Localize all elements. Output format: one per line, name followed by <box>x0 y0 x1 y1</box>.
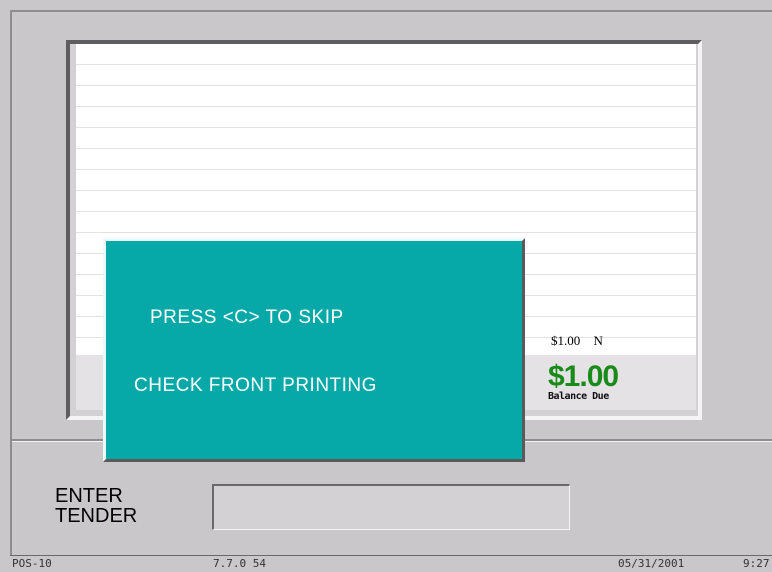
status-bar: POS-10 7.7.0 54 05/31/2001 9:27 <box>10 555 772 572</box>
line-item-amount: $1.00 <box>551 333 581 348</box>
status-version: 7.7.0 54 <box>213 557 266 570</box>
balance-due-amount: $1.00 <box>548 360 619 393</box>
status-time: 9:27 <box>743 557 770 570</box>
status-date: 05/31/2001 <box>618 557 685 570</box>
prompt-line1: ENTER <box>55 485 123 507</box>
message-dialog[interactable]: PRESS <C> TO SKIP CHECK FRONT PRINTING <box>103 238 525 462</box>
dialog-message: CHECK FRONT PRINTING <box>134 375 377 396</box>
status-terminal: POS-10 <box>12 557 52 570</box>
line-item: $1.00 N <box>551 333 603 349</box>
prompt-line2: TENDER <box>55 505 138 527</box>
balance-due-label: Balance Due <box>548 391 609 402</box>
tender-input[interactable] <box>212 484 570 530</box>
dialog-skip-instruction: PRESS <C> TO SKIP <box>150 307 344 328</box>
line-item-flag: N <box>593 333 603 348</box>
tender-prompt: ENTER TENDER <box>55 486 137 526</box>
